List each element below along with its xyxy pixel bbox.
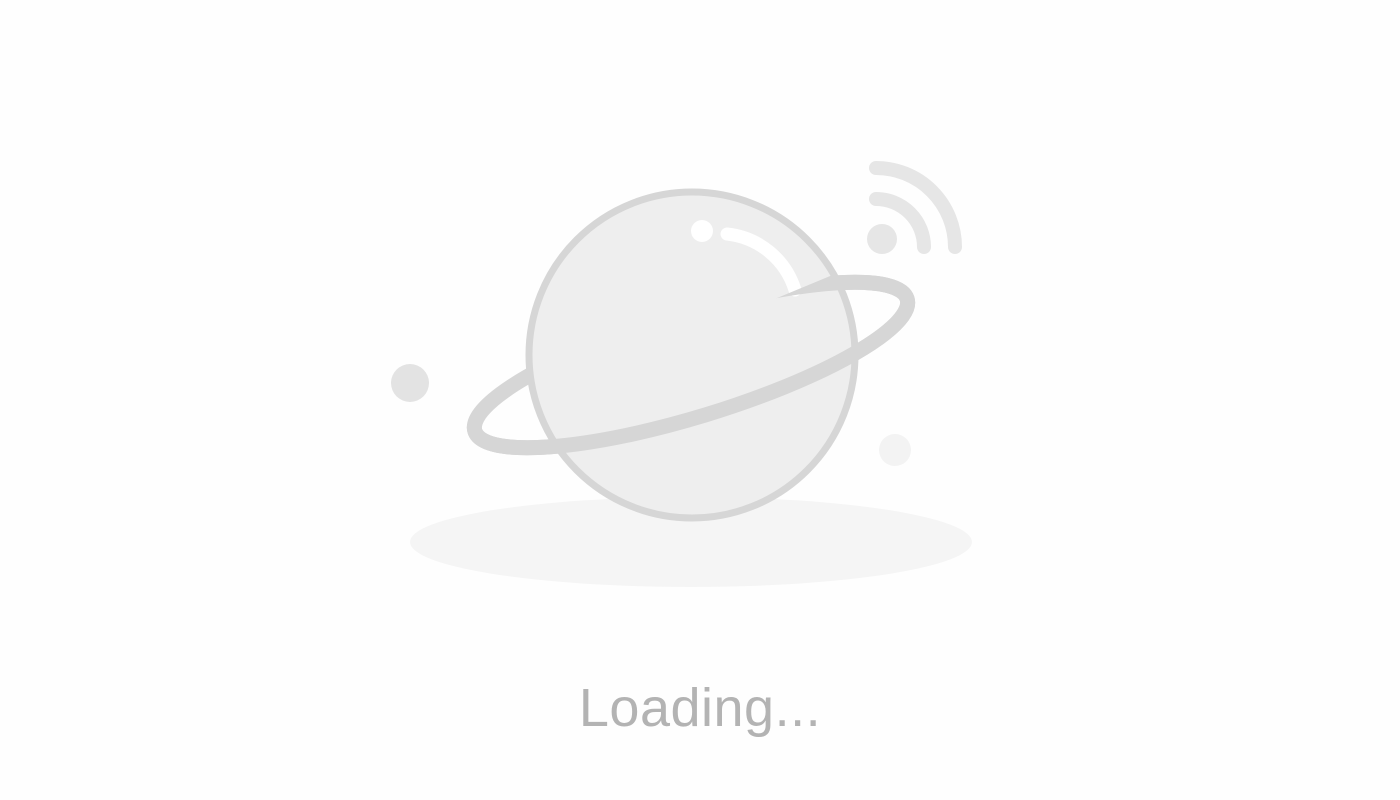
floating-dot-left	[391, 364, 429, 402]
wifi-signal-icon	[867, 161, 962, 254]
floating-dot-right	[879, 434, 911, 466]
loading-status-text: Loading...	[578, 678, 822, 738]
planet-icon	[525, 188, 859, 522]
loading-screen: Loading...	[0, 0, 1400, 800]
planet-highlight-dot	[691, 220, 713, 242]
